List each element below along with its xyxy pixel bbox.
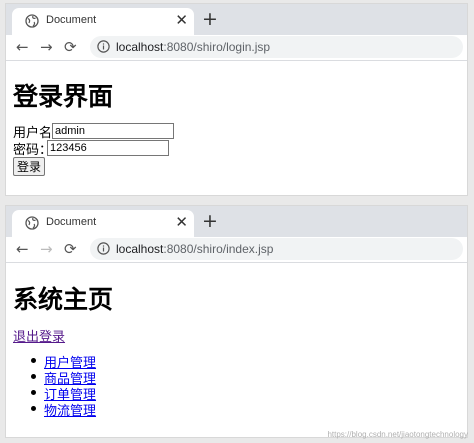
globe-icon [25,216,39,230]
watermark: https://blog.csdn.net/jiaotongtechnology [327,430,468,439]
username-input[interactable] [52,123,174,139]
url-text: localhost:8080/shiro/index.jsp [116,242,273,256]
browser-window-login: Document ✕ + ← → ⟳ localhost:8080/shiro/… [5,3,468,196]
back-icon[interactable]: ← [16,240,29,258]
page-title: 系统主页 [13,287,114,314]
page-content: 系统主页 退出登录 用户管理 商品管理 订单管理 物流管理 [6,263,467,437]
toolbar: ← → ⟳ localhost:8080/shiro/index.jsp [6,237,467,263]
url-path: :8080/shiro/login.jsp [163,40,271,54]
logout-link[interactable]: 退出登录 [13,326,65,345]
page-title: 登录界面 [13,84,114,111]
menu-link-logistics[interactable]: 物流管理 [44,403,96,418]
toolbar: ← → ⟳ localhost:8080/shiro/login.jsp [6,35,467,61]
tab-title: Document [46,216,97,228]
list-item: 订单管理 [30,384,96,402]
url-host: localhost [116,242,164,256]
new-tab-button[interactable]: + [202,210,218,232]
password-input[interactable] [47,140,169,156]
info-icon [97,40,110,53]
tab-strip: Document ✕ + [6,4,467,35]
close-icon[interactable]: ✕ [175,213,188,231]
back-icon[interactable]: ← [16,38,29,56]
tab-document[interactable]: Document ✕ [12,210,194,237]
reload-icon[interactable]: ⟳ [64,240,77,258]
tab-document[interactable]: Document ✕ [12,8,194,35]
info-icon [97,242,110,255]
tab-strip: Document ✕ + [6,206,467,237]
url-host: localhost [116,40,164,54]
forward-icon[interactable]: → [40,240,53,258]
tab-title: Document [46,14,97,26]
new-tab-button[interactable]: + [202,8,218,30]
page-content: 登录界面 用户名: 密码： 登录 [6,61,467,195]
login-button[interactable]: 登录 [13,157,45,176]
url-path: :8080/shiro/index.jsp [163,242,274,256]
globe-icon [25,14,39,28]
list-item: 商品管理 [30,368,96,386]
forward-icon[interactable]: → [40,38,53,56]
reload-icon[interactable]: ⟳ [64,38,77,56]
browser-window-index: Document ✕ + ← → ⟳ localhost:8080/shiro/… [5,205,468,438]
close-icon[interactable]: ✕ [175,11,188,29]
list-item: 物流管理 [30,400,96,418]
menu-list: 用户管理 商品管理 订单管理 物流管理 [30,352,96,418]
address-bar[interactable]: localhost:8080/shiro/login.jsp [90,36,463,58]
url-text: localhost:8080/shiro/login.jsp [116,40,270,54]
address-bar[interactable]: localhost:8080/shiro/index.jsp [90,238,463,260]
list-item: 用户管理 [30,352,96,370]
